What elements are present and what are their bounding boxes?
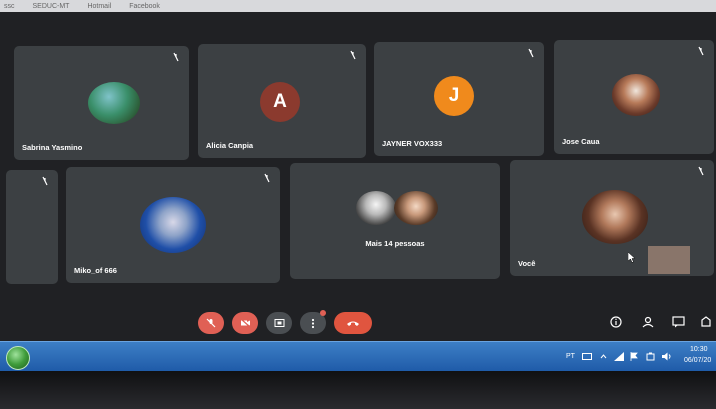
participant-tile-self[interactable]: Você xyxy=(510,160,714,276)
battery-icon[interactable] xyxy=(646,352,655,361)
people-button[interactable] xyxy=(640,314,656,330)
tray-expand-icon[interactable] xyxy=(600,353,607,360)
participant-tile[interactable]: Miko_of 666 xyxy=(66,167,280,283)
activities-icon xyxy=(701,316,711,327)
windows-taskbar: PT 10:30 06/07/20 xyxy=(0,341,716,372)
network-signal-icon[interactable] xyxy=(614,352,624,361)
participant-tile-others[interactable]: Mais 14 pessoas xyxy=(290,163,500,279)
participant-tile[interactable]: J JAYNER VOX333 xyxy=(374,42,544,156)
start-button[interactable] xyxy=(6,346,30,370)
avatar xyxy=(394,191,438,225)
avatar: J xyxy=(434,76,474,116)
glare xyxy=(648,246,690,274)
others-count-label: Mais 14 pessoas xyxy=(365,239,425,248)
participant-name: JAYNER VOX333 xyxy=(382,139,443,148)
participant-tile[interactable] xyxy=(6,170,58,284)
browser-tab-strip: ssc SEDUC-MT Hotmail Facebook xyxy=(0,0,716,12)
call-controls xyxy=(0,310,716,338)
activities-button[interactable] xyxy=(698,314,714,330)
meeting-info-button[interactable] xyxy=(608,314,624,330)
mouse-cursor-icon xyxy=(628,252,636,263)
participant-name: Sabrina Yasmino xyxy=(22,143,83,152)
camera-off-icon xyxy=(240,318,250,328)
present-screen-icon xyxy=(274,319,284,327)
avatar xyxy=(356,191,396,225)
avatar xyxy=(140,197,206,253)
participant-name: Alicia Canpia xyxy=(206,141,254,150)
participant-name: Miko_of 666 xyxy=(74,266,117,275)
clock-time[interactable]: 10:30 xyxy=(690,346,708,353)
participant-tile[interactable]: A Alicia Canpia xyxy=(198,44,366,158)
mic-toggle-button[interactable] xyxy=(198,312,224,334)
mic-muted-icon xyxy=(698,166,704,176)
clock-date[interactable]: 06/07/20 xyxy=(684,357,711,364)
people-icon xyxy=(642,316,654,328)
browser-tab[interactable]: Hotmail xyxy=(87,3,111,10)
mic-muted-icon xyxy=(698,46,704,56)
avatar xyxy=(88,82,140,124)
avatar xyxy=(582,190,648,244)
chat-icon xyxy=(671,316,685,328)
hang-up-button[interactable] xyxy=(334,312,372,334)
participant-name: Você xyxy=(518,259,536,268)
mic-muted-icon xyxy=(528,48,534,58)
more-options-button[interactable] xyxy=(300,310,326,334)
browser-tab[interactable]: ssc xyxy=(4,3,15,10)
flag-icon[interactable] xyxy=(630,352,638,361)
participant-name: Jose Caua xyxy=(562,137,600,146)
mic-muted-icon xyxy=(264,173,270,183)
mic-off-icon xyxy=(206,318,216,328)
mic-muted-icon xyxy=(173,52,179,62)
hang-up-icon xyxy=(347,321,359,326)
browser-tab[interactable]: Facebook xyxy=(129,3,160,10)
camera-toggle-button[interactable] xyxy=(232,312,258,334)
keyboard-icon xyxy=(582,353,592,360)
more-options-icon xyxy=(311,318,315,328)
chat-button[interactable] xyxy=(670,314,686,330)
mic-muted-icon xyxy=(42,176,48,186)
volume-icon[interactable] xyxy=(662,352,672,361)
language-indicator[interactable]: PT xyxy=(566,353,575,360)
avatar xyxy=(612,74,660,116)
monitor-bezel xyxy=(0,371,716,409)
mic-muted-icon xyxy=(350,50,356,60)
avatar: A xyxy=(260,82,300,122)
present-screen-button[interactable] xyxy=(266,312,292,334)
notification-dot xyxy=(320,310,326,316)
browser-tab[interactable]: SEDUC-MT xyxy=(33,3,70,10)
info-icon xyxy=(610,316,622,328)
participant-tile[interactable]: Jose Caua xyxy=(554,40,714,154)
participant-tile[interactable]: Sabrina Yasmino xyxy=(14,46,189,160)
